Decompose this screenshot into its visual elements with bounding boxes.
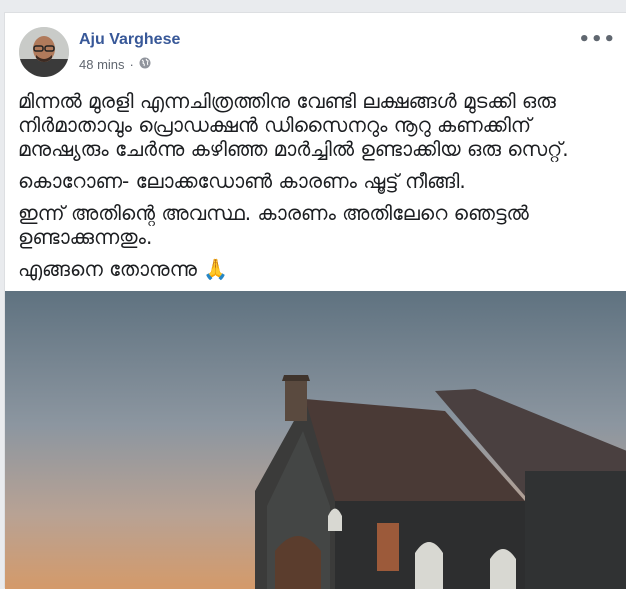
- post-paragraph: ഇന്ന് അതിന്റെ അവസ്ഥ. കാരണം അതിലേറെ ഞെട്ട…: [18, 201, 529, 249]
- post-paragraph: കൊറോണ- ലോക്കഡോൺ കാരണം ഷൂട്ട് നീങ്ങി.: [18, 169, 466, 193]
- post-card: Aju Varghese 48 mins · ••• മിന്നൽ മുരളി …: [4, 12, 626, 589]
- post-photo[interactable]: [5, 291, 626, 589]
- post-meta: 48 mins ·: [79, 57, 151, 72]
- more-options-icon[interactable]: •••: [578, 29, 616, 50]
- post-text: മിന്നൽ മുരളി എന്നചിത്രത്തിനു വേണ്ടി ലക്ഷ…: [18, 89, 620, 289]
- post-paragraph: എങ്ങനെ തോനുന്നു 🙏: [18, 257, 229, 281]
- post-header: Aju Varghese 48 mins · •••: [19, 27, 626, 83]
- avatar-image: [19, 27, 69, 77]
- globe-icon[interactable]: [139, 57, 151, 72]
- church-photo: [5, 291, 626, 589]
- author-avatar[interactable]: [19, 27, 69, 77]
- post-paragraph: മിന്നൽ മുരളി എന്നചിത്രത്തിനു വേണ്ടി ലക്ഷ…: [18, 89, 569, 161]
- author-name[interactable]: Aju Varghese: [79, 31, 180, 49]
- meta-separator: ·: [129, 57, 134, 72]
- post-time[interactable]: 48 mins: [79, 57, 125, 72]
